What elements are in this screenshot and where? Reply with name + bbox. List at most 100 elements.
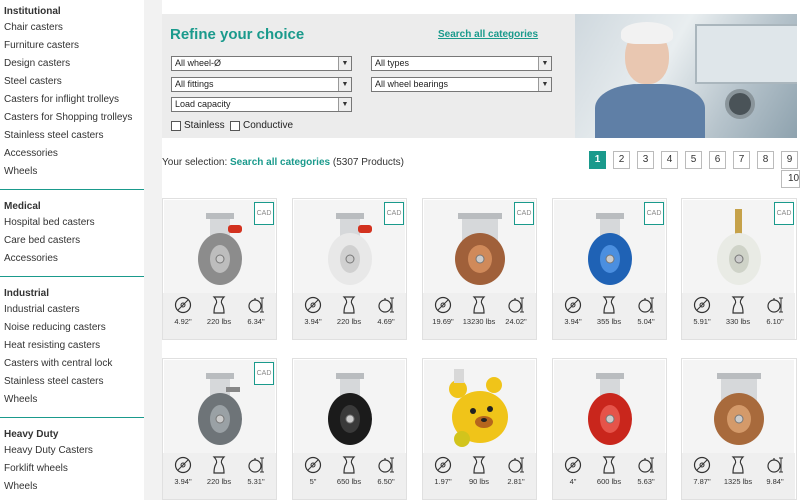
sidebar-item[interactable]: Wheels — [4, 391, 144, 409]
wheel-diameter-icon — [295, 456, 331, 474]
cad-badge[interactable]: CAD — [774, 202, 794, 225]
types-select[interactable]: All types ▼ — [371, 56, 552, 71]
search-all-categories-link[interactable]: Search all categories — [438, 29, 538, 40]
load-capacity-value: 220 lbs — [206, 317, 232, 326]
cad-badge[interactable]: CAD — [514, 202, 534, 225]
page-button-8[interactable]: 8 — [757, 151, 774, 169]
sidebar-item[interactable]: Steel casters — [4, 73, 144, 91]
wheel-diameter-value: All wheel-Ø — [175, 58, 222, 68]
load-capacity-value: 600 lbs — [596, 477, 622, 486]
spec-item: 4.69" — [368, 296, 404, 326]
overall-height-icon — [238, 296, 274, 314]
overall-height-icon — [238, 456, 274, 474]
cad-badge[interactable]: CAD — [254, 202, 274, 225]
sidebar-item[interactable]: Casters for inflight trolleys — [4, 91, 144, 109]
sidebar-item[interactable]: Hospital bed casters — [4, 214, 144, 232]
sidebar-item[interactable]: Care bed casters — [4, 232, 144, 250]
product-card[interactable]: 4" 600 lbs 5.63" — [552, 358, 667, 500]
product-image[interactable] — [424, 360, 535, 453]
fittings-select[interactable]: All fittings ▼ — [171, 77, 352, 92]
product-specs: 3.94" 355 lbs 5.04" — [553, 293, 666, 339]
product-card[interactable]: 5" 650 lbs 6.50" — [292, 358, 407, 500]
caster-image — [198, 373, 242, 445]
sidebar-item[interactable]: Wheels — [4, 163, 144, 181]
sidebar-item[interactable]: Design casters — [4, 55, 144, 73]
sidebar-item[interactable]: Industrial casters — [4, 301, 144, 319]
load-capacity-icon — [331, 296, 367, 314]
sidebar: Institutional Chair casters Furniture cast… — [0, 0, 144, 500]
overall-height-icon — [498, 456, 534, 474]
cad-badge[interactable]: CAD — [644, 202, 664, 225]
product-card[interactable]: CAD 4.92" 220 lbs 6.34" — [162, 198, 277, 340]
spec-item: 3.94" — [295, 296, 331, 326]
sidebar-item[interactable]: Stainless steel casters — [4, 127, 144, 145]
product-specs: 3.94" 220 lbs 4.69" — [293, 293, 406, 339]
load-capacity-select[interactable]: Load capacity ▼ — [171, 97, 352, 112]
cad-badge[interactable]: CAD — [254, 362, 274, 385]
overall-height-value: 6.50" — [377, 477, 395, 486]
product-card[interactable]: CAD 19.69" 13230 lbs 24.02" — [422, 198, 537, 340]
conductive-checkbox[interactable]: Conductive — [230, 120, 293, 131]
page-button-6[interactable]: 6 — [709, 151, 726, 169]
caster-image — [717, 209, 761, 285]
wheel-bearings-select[interactable]: All wheel bearings ▼ — [371, 77, 552, 92]
sidebar-item[interactable]: Casters with central lock — [4, 355, 144, 373]
sidebar-item[interactable]: Forklift wheels — [4, 460, 144, 478]
load-capacity-value: 650 lbs — [336, 477, 362, 486]
page-button-4[interactable]: 4 — [661, 151, 678, 169]
page-button-5[interactable]: 5 — [685, 151, 702, 169]
sidebar-item[interactable]: Heavy Duty Casters — [4, 442, 144, 460]
wheel-diameter-value: 19.69" — [432, 317, 454, 326]
sidebar-item[interactable]: Wheels — [4, 478, 144, 496]
spec-item: 355 lbs — [591, 296, 627, 326]
sidebar-item[interactable]: Furniture casters — [4, 37, 144, 55]
spec-item: 3.94" — [555, 296, 591, 326]
sidebar-item[interactable]: Stainless steel casters — [4, 373, 144, 391]
sidebar-item[interactable]: Accessories — [4, 250, 144, 268]
product-card[interactable]: 1.97" 90 lbs 2.81" — [422, 358, 537, 500]
sidebar-item[interactable]: Heat resisting casters — [4, 337, 144, 355]
page-button-2[interactable]: 2 — [613, 151, 630, 169]
load-capacity-icon — [591, 456, 627, 474]
stainless-checkbox[interactable]: Stainless — [171, 120, 225, 131]
product-card[interactable]: CAD 5.91" 330 lbs 6.10" — [681, 198, 797, 340]
product-specs: 5" 650 lbs 6.50" — [293, 453, 406, 499]
sidebar-item[interactable]: Accessories — [4, 145, 144, 163]
person-hair-shape — [621, 22, 673, 44]
wheel-diameter-icon — [684, 456, 720, 474]
overall-height-value: 2.81" — [507, 477, 525, 486]
fittings-value: All fittings — [175, 79, 214, 89]
product-card[interactable]: CAD 3.94" 355 lbs 5.04" — [552, 198, 667, 340]
checkbox-box[interactable] — [230, 120, 240, 131]
checkbox-box[interactable] — [171, 120, 181, 131]
page-button-9[interactable]: 9 — [781, 151, 798, 169]
sidebar-group-title: Medical — [4, 201, 41, 212]
sidebar-group-title: Industrial — [4, 288, 50, 299]
product-image[interactable] — [683, 360, 794, 453]
product-card[interactable]: CAD 3.94" 220 lbs 5.31" — [162, 358, 277, 500]
wheel-diameter-value: 1.97" — [434, 477, 452, 486]
product-card[interactable]: 7.87" 1325 lbs 9.84" — [681, 358, 797, 500]
load-capacity-value: 1325 lbs — [723, 477, 753, 486]
sidebar-item[interactable]: Noise reducing casters — [4, 319, 144, 337]
page-button-10[interactable]: 10 — [781, 170, 800, 188]
caster-image — [455, 213, 505, 285]
sidebar-item[interactable]: Casters for Shopping trolleys — [4, 109, 144, 127]
product-card[interactable]: CAD 3.94" 220 lbs 4.69" — [292, 198, 407, 340]
product-image[interactable] — [294, 360, 405, 453]
overall-height-icon — [498, 296, 534, 314]
page-button-3[interactable]: 3 — [637, 151, 654, 169]
cad-badge[interactable]: CAD — [384, 202, 404, 225]
selection-link[interactable]: Search all categories — [230, 157, 330, 168]
gutter — [144, 0, 162, 500]
product-image[interactable] — [554, 360, 665, 453]
overall-height-value: 6.34" — [247, 317, 265, 326]
page-button-7[interactable]: 7 — [733, 151, 750, 169]
sidebar-item[interactable]: Chair casters — [4, 19, 144, 37]
wheel-diameter-select[interactable]: All wheel-Ø ▼ — [171, 56, 352, 71]
refine-title: Refine your choice — [170, 26, 305, 43]
hospital-bed-shape — [695, 24, 797, 84]
caster-image — [198, 213, 242, 285]
page-button-1[interactable]: 1 — [589, 151, 606, 169]
overall-height-icon — [628, 296, 664, 314]
